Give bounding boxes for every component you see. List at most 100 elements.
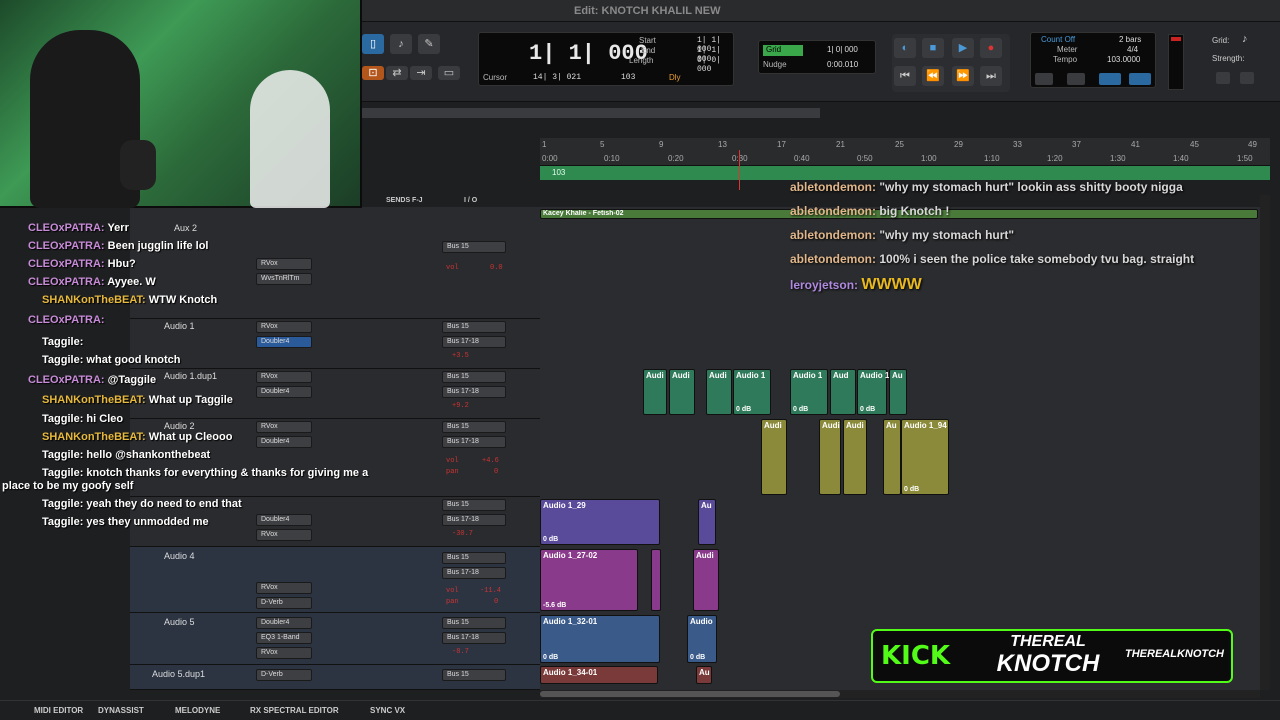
clip-audio1dup-e[interactable]: Audio 1 0 dB <box>790 369 828 415</box>
pan-value[interactable]: 0 <box>494 468 498 476</box>
clip-audio4-a[interactable]: Audio 1_27-02 -5.6 dB <box>540 549 638 611</box>
track-name-audio4[interactable]: Audio 4 <box>164 551 195 561</box>
clip-audio1dup-g[interactable]: Audio 1 0 dB <box>857 369 889 415</box>
overview-bar[interactable] <box>360 108 820 118</box>
insert-dverb[interactable]: D-Verb <box>256 597 312 609</box>
insert-dverb[interactable]: D-Verb <box>256 669 312 681</box>
grid-value[interactable]: 1| 0| 000 <box>827 45 858 54</box>
go-to-end-icon[interactable]: ⏭ <box>980 66 1002 86</box>
wait-icon[interactable] <box>1067 73 1085 85</box>
zoom-icon[interactable] <box>1216 72 1230 84</box>
bus-15[interactable]: Bus 15 <box>442 552 506 564</box>
clip-audio3-a[interactable]: Audio 1_29 0 dB <box>540 499 660 545</box>
bus-17-18[interactable]: Bus 17-18 <box>442 514 506 526</box>
track-row-audio5dup[interactable]: Audio 5.dup1 D-Verb Bus 15 <box>130 665 540 690</box>
pencil-tool-icon[interactable]: ✎ <box>418 34 440 54</box>
timeline-ruler[interactable]: 1 5 9 13 17 21 25 29 33 37 41 45 49 0:00… <box>540 138 1270 166</box>
track-row-audio5[interactable]: Audio 5 Doubler4 EQ3 1-Band RVox Bus 15 … <box>130 613 540 665</box>
fast-forward-icon[interactable]: ⏩ <box>952 66 974 86</box>
clip-audio4-b[interactable] <box>651 549 661 611</box>
bus-17-18[interactable]: Bus 17-18 <box>442 436 506 448</box>
clip-audio1dup-f[interactable]: Aud <box>830 369 856 415</box>
vol-value-audio3[interactable]: -30.7 <box>452 530 473 538</box>
clip-audio5dup-b[interactable]: Au <box>696 666 712 684</box>
vol-value[interactable]: +4.6 <box>482 457 499 465</box>
bus-17-18[interactable]: Bus 17-18 <box>442 386 506 398</box>
rx-spectral-editor-tab[interactable]: RX SPECTRAL EDITOR <box>250 706 339 715</box>
count-off-label[interactable]: Count Off <box>1041 35 1075 44</box>
insert-rvox[interactable]: RVox <box>256 647 312 659</box>
clip-audio1dup-b[interactable]: Audi <box>669 369 695 415</box>
nudge-value[interactable]: 0:00.010 <box>827 60 858 69</box>
clip-audio1dup-h[interactable]: Au <box>889 369 907 415</box>
bus-15[interactable]: Bus 15 <box>442 321 506 333</box>
insert-eq3[interactable]: EQ3 1-Band <box>256 632 312 644</box>
clip-audio1dup-d[interactable]: Audio 1 0 dB <box>733 369 771 415</box>
clip-audio2-b[interactable]: Audi <box>819 419 841 495</box>
clip-audio1dup-c[interactable]: Audi <box>706 369 732 415</box>
clip-audio2-c[interactable]: Audi <box>843 419 867 495</box>
midi-merge-icon[interactable] <box>1035 73 1053 85</box>
track-name-audio5[interactable]: Audio 5 <box>164 617 195 627</box>
dynassist-tab[interactable]: DYNASSIST <box>98 706 144 715</box>
trim-tool-icon[interactable]: ▯ <box>362 34 384 54</box>
clip-audio5dup-a[interactable]: Audio 1_34-01 <box>540 666 658 684</box>
clip-audio1dup-a[interactable]: Audi <box>643 369 667 415</box>
bus-17-18[interactable]: Bus 17-18 <box>442 567 506 579</box>
vol-value-audio1dup[interactable]: +9.2 <box>452 402 469 410</box>
bus-15[interactable]: Bus 15 <box>442 669 506 681</box>
delay-label[interactable]: Dly <box>669 73 681 82</box>
slip-icon[interactable]: ⇥ <box>410 66 432 80</box>
pan-value[interactable]: 0 <box>494 598 498 606</box>
insert-rvox[interactable]: RVox <box>256 582 312 594</box>
note-icon[interactable]: ♪ <box>1242 33 1248 45</box>
bus-15[interactable]: Bus 15 <box>442 499 506 511</box>
vol-value-aux2[interactable]: 0.0 <box>490 264 503 272</box>
midi-editor-tab[interactable]: MIDI EDITOR <box>34 706 83 715</box>
melodyne-tab[interactable]: MELODYNE <box>175 706 220 715</box>
length-value[interactable]: 0| 0| 000 <box>697 56 733 74</box>
clip-audio5-b[interactable]: Audio 0 dB <box>687 615 717 663</box>
countoff-icon[interactable] <box>1129 73 1151 85</box>
record-button[interactable]: ● <box>980 38 1002 58</box>
tempo-value[interactable]: 103.0000 <box>1107 55 1140 64</box>
speaker-icon[interactable]: ♪ <box>390 34 412 54</box>
vol-value-audio1[interactable]: +3.5 <box>452 352 469 360</box>
track-row-audio4[interactable]: Audio 4 RVox D-Verb Bus 15 Bus 17-18 vol… <box>130 547 540 613</box>
insert-doubler[interactable]: Doubler4 <box>256 617 312 629</box>
grid-mode-icon[interactable]: ▭ <box>438 66 460 80</box>
shuffle-icon[interactable]: ⇄ <box>386 66 408 80</box>
meter-box[interactable]: Count Off 2 bars Meter 4/4 Tempo 103.000… <box>1030 32 1156 88</box>
clip-audio2-e[interactable]: Audio 1_94 0 dB <box>901 419 949 495</box>
vol-value[interactable]: -11.4 <box>480 587 501 595</box>
horizontal-scrollbar[interactable] <box>540 690 1260 698</box>
bus-15[interactable]: Bus 15 <box>442 371 506 383</box>
bus-15[interactable]: Bus 15 <box>442 617 506 629</box>
bus-17-18[interactable]: Bus 17-18 <box>442 336 506 348</box>
play-button[interactable]: ▶ <box>952 38 974 58</box>
clip-audio4-c[interactable]: Audi <box>693 549 719 611</box>
bus-aux2[interactable]: Bus 15 <box>442 241 506 253</box>
loop-icon[interactable]: ◐ <box>894 38 916 58</box>
track-name-audio5dup[interactable]: Audio 5.dup1 <box>152 669 205 679</box>
bus-17-18[interactable]: Bus 17-18 <box>442 632 506 644</box>
bus-15[interactable]: Bus 15 <box>442 421 506 433</box>
vol-value-audio5[interactable]: -8.7 <box>452 648 469 656</box>
clip-name: Au <box>892 371 903 380</box>
clip-audio3-b[interactable]: Au <box>698 499 716 545</box>
grid-nudge-box[interactable]: Grid 1| 0| 000 Nudge 0:00.010 <box>758 40 876 74</box>
return-to-zero-icon[interactable]: ⏮ <box>894 66 916 86</box>
grid-label[interactable]: Grid <box>763 45 803 56</box>
sync-vx-tab[interactable]: SYNC VX <box>370 706 405 715</box>
click-icon[interactable] <box>1099 73 1121 85</box>
rewind-icon[interactable]: ⏪ <box>922 66 944 86</box>
zoom-mode-icon[interactable]: ⊡ <box>362 66 384 80</box>
meter-value[interactable]: 4/4 <box>1127 45 1138 54</box>
clip-audio2-a[interactable]: Audi <box>761 419 787 495</box>
clip-audio5-a[interactable]: Audio 1_32-01 0 dB <box>540 615 660 663</box>
main-counter[interactable]: 1| 1| 000 Start End Length 1| 1| 000 1| … <box>478 32 734 86</box>
scrollbar-thumb[interactable] <box>540 691 840 697</box>
zoom-toggle-icon[interactable] <box>1240 72 1254 84</box>
clip-audio2-d[interactable]: Au <box>883 419 901 495</box>
stop-button[interactable]: ■ <box>922 38 944 58</box>
